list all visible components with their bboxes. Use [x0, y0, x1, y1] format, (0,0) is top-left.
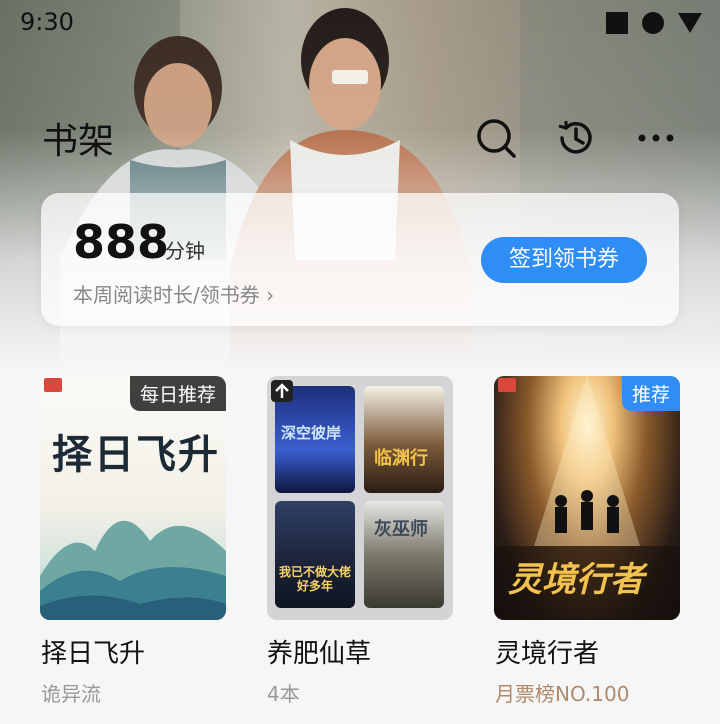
book-title[interactable]: 择日飞升: [41, 633, 145, 670]
signal-icon: [678, 13, 702, 33]
mini-cover-4: 灰巫师: [364, 501, 444, 608]
page-title: 书架: [42, 121, 115, 162]
cover-title: 择日飞升: [52, 431, 220, 478]
reading-subtitle-link[interactable]: 本周阅读时长/领书券 ›: [73, 279, 274, 308]
book-cover-zeri-feisheng[interactable]: 择日飞升 每日推荐: [40, 376, 226, 620]
history-icon[interactable]: [554, 116, 598, 160]
more-icon[interactable]: [634, 116, 678, 160]
recommend-badge: 推荐: [621, 376, 680, 411]
stop-icon: [606, 12, 628, 34]
book-cover-lingjing-xingzhe[interactable]: 灵境行者 推荐: [494, 376, 680, 620]
reading-time-card[interactable]: 888 分钟 本周阅读时长/领书券 › 签到领书券: [41, 193, 679, 326]
book-rank: 月票榜NO.100: [495, 682, 630, 706]
daily-recommend-badge: 每日推荐: [129, 376, 226, 411]
cover-art: [40, 378, 226, 620]
signin-coupon-button[interactable]: 签到领书券: [481, 237, 647, 283]
search-icon[interactable]: [474, 116, 518, 160]
mini-cover-1: 深空彼岸: [275, 386, 355, 493]
status-time: 9:30: [20, 8, 74, 36]
book-title[interactable]: 灵境行者: [495, 633, 599, 670]
home-dot-icon: [642, 12, 664, 34]
mini-cover-3: 我已不做大佬好多年: [275, 501, 355, 608]
system-icons: [606, 12, 702, 34]
book-count: 4本: [267, 682, 300, 706]
book-genre: 诡异流: [41, 682, 101, 706]
book-stack-yangfei-xiancao[interactable]: 深空彼岸 临渊行 我已不做大佬好多年 灰巫师: [267, 376, 453, 620]
minutes-unit: 分钟: [165, 239, 205, 263]
pin-top-icon: [271, 380, 293, 402]
book-title[interactable]: 养肥仙草: [267, 633, 371, 670]
status-bar: 9:30: [0, 0, 720, 44]
reading-minutes: 888: [73, 215, 170, 269]
cover-title: 灵境行者: [508, 560, 644, 600]
mini-cover-2: 临渊行: [364, 386, 444, 493]
